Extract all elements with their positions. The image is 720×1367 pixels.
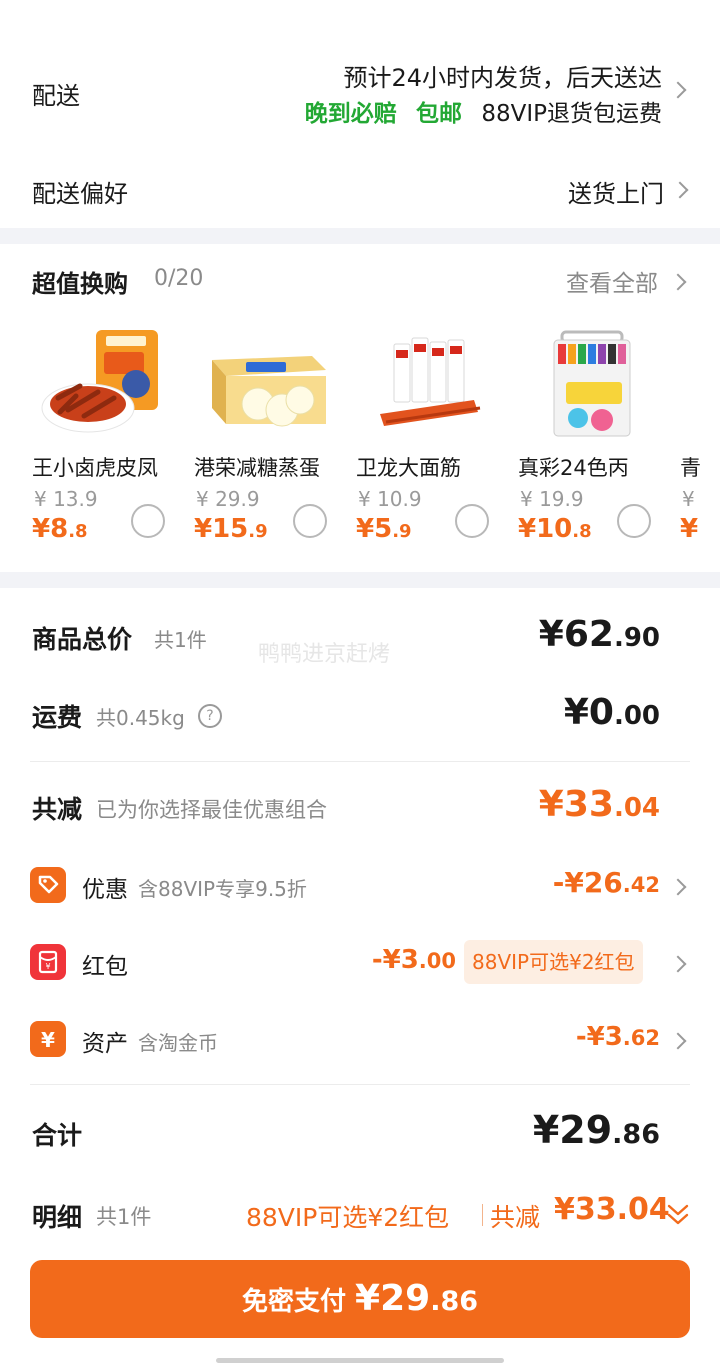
watermark: 鸭鸭进京赶烤 <box>258 642 391 667</box>
exchange-item[interactable]: 真彩24色丙 ¥ 19.9 ¥10.8 <box>516 318 666 568</box>
delivery-estimate: 预计24小时内发货，后天送达 <box>343 64 662 92</box>
goods-total-value: ¥62.90 <box>538 614 660 655</box>
product-name: 青 <box>680 456 701 480</box>
total-value: ¥29.86 <box>532 1108 660 1152</box>
discount-row[interactable]: 优惠 含88VIP专享9.5折 -¥26.42 <box>0 860 720 914</box>
original-price: ¥ 13.9 <box>34 487 98 511</box>
exchange-price: ¥ <box>680 514 699 544</box>
section-divider <box>0 572 720 588</box>
discount-value: -¥26.42 <box>552 866 660 899</box>
asset-label: 资产 <box>82 1031 128 1057</box>
home-indicator <box>216 1358 504 1363</box>
reduce-note: 已为你选择最佳优惠组合 <box>96 798 327 822</box>
chevron-right-icon <box>669 955 687 973</box>
return-shipping-tag: 88VIP退货包运费 <box>481 101 662 127</box>
discount-note: 含88VIP专享9.5折 <box>138 877 307 901</box>
exchange-item[interactable]: 卫龙大面筋 ¥ 10.9 ¥5.9 <box>354 318 504 568</box>
asset-note: 含淘金币 <box>138 1031 218 1055</box>
product-image-spicy-strips <box>380 337 481 426</box>
late-compensation-tag: 晚到必赔 <box>304 101 397 127</box>
redpack-value: -¥3.00 <box>371 945 456 975</box>
section-divider <box>0 228 720 244</box>
select-radio[interactable] <box>293 504 327 538</box>
select-radio[interactable] <box>617 504 651 538</box>
red-packet-icon: ¥ <box>30 944 66 980</box>
goods-total-label: 商品总价 <box>32 625 133 654</box>
shipping-value: ¥0.00 <box>563 692 660 733</box>
exchange-price: ¥5.9 <box>356 514 412 544</box>
total-reduce-row: 共减 已为你选择最佳优惠组合 ¥33.04 <box>0 780 720 840</box>
select-radio[interactable] <box>455 504 489 538</box>
free-shipping-tag: 包邮 <box>416 101 463 127</box>
chevron-right-icon <box>669 1032 687 1050</box>
divider <box>30 761 690 762</box>
svg-text:¥: ¥ <box>41 1028 55 1052</box>
detail-reduce-value: ¥33.04 <box>554 1192 670 1227</box>
detail-vip-note: 88VIP可选¥2红包 <box>246 1203 450 1232</box>
reduce-value: ¥33.04 <box>538 784 660 825</box>
coupon-tag-icon <box>30 867 66 903</box>
shipping-weight: 共0.45kg <box>96 706 185 730</box>
exchange-header: 超值换购 0/20 查看全部 <box>0 258 720 308</box>
asset-value: -¥3.62 <box>575 1022 660 1052</box>
svg-text:¥: ¥ <box>45 962 50 971</box>
reduce-label: 共减 <box>32 795 83 824</box>
exchange-price: ¥8.8 <box>32 514 88 544</box>
pay-amount: ¥29.86 <box>355 1278 479 1319</box>
product-name: 王小卤虎皮凤 <box>32 456 158 480</box>
view-all-link[interactable]: 查看全部 <box>566 264 658 298</box>
product-name: 真彩24色丙 <box>518 456 629 480</box>
detail-reduce-label: 共减 <box>490 1203 541 1232</box>
pay-label: 免密支付 <box>241 1287 346 1317</box>
goods-total-row: 商品总价 共1件 鸭鸭进京赶烤 ¥62.90 <box>0 610 720 670</box>
exchange-item[interactable]: 王小卤虎皮凤 ¥ 13.9 ¥8.8 <box>30 318 180 568</box>
exchange-count: 0/20 <box>154 266 204 291</box>
select-radio[interactable] <box>131 504 165 538</box>
preference-value: 送货上门 <box>568 180 664 208</box>
shipping-row: 运费 共0.45kg ? ¥0.00 <box>0 688 720 748</box>
double-chevron-down-icon[interactable] <box>666 1202 690 1228</box>
product-image-steamed-cake <box>212 356 326 427</box>
redpack-row[interactable]: ¥ 红包 -¥3.00 88VIP可选¥2红包 <box>0 937 720 991</box>
product-image-markers <box>553 330 631 437</box>
detail-row[interactable]: 明细 共1件 88VIP可选¥2红包 共减 ¥33.04 <box>0 1186 720 1242</box>
grand-total-row: 合计 ¥29.86 <box>0 1104 720 1164</box>
original-price: ¥ <box>682 487 695 511</box>
help-icon[interactable]: ? <box>198 704 222 728</box>
pay-button[interactable]: 免密支付 ¥29.86 <box>30 1260 690 1338</box>
discount-label: 优惠 <box>82 877 128 903</box>
goods-count: 共1件 <box>154 628 207 652</box>
shipping-label: 运费 <box>32 703 83 732</box>
delivery-row[interactable]: 配送 预计24小时内发货，后天送达 晚到必赔 包邮 88VIP退货包运费 <box>0 40 720 140</box>
delivery-label: 配送 <box>32 82 80 110</box>
delivery-preference-row[interactable]: 配送偏好 送货上门 <box>0 160 720 220</box>
delivery-tags: 晚到必赔 包邮 88VIP退货包运费 <box>305 94 662 128</box>
original-price: ¥ 10.9 <box>358 487 422 511</box>
exchange-title: 超值换购 <box>32 270 128 298</box>
divider <box>30 1084 690 1085</box>
product-name: 卫龙大面筋 <box>356 456 461 480</box>
chevron-right-icon <box>669 273 687 291</box>
detail-count: 共1件 <box>96 1205 152 1229</box>
detail-divider <box>482 1204 483 1226</box>
product-image-chicken-feet <box>41 330 158 433</box>
coin-icon: ¥ <box>30 1021 66 1057</box>
chevron-right-icon <box>669 878 687 896</box>
detail-label: 明细 <box>32 1203 83 1232</box>
original-price: ¥ 29.9 <box>196 487 260 511</box>
original-price: ¥ 19.9 <box>520 487 584 511</box>
asset-row[interactable]: ¥ 资产 含淘金币 -¥3.62 <box>0 1014 720 1068</box>
redpack-label: 红包 <box>82 954 128 980</box>
preference-label: 配送偏好 <box>32 180 128 208</box>
total-label: 合计 <box>32 1121 83 1150</box>
exchange-item[interactable]: 青 ¥ ¥ <box>678 318 720 568</box>
product-name: 港荣减糖蒸蛋 <box>194 456 320 480</box>
exchange-item[interactable]: 港荣减糖蒸蛋 ¥ 29.9 ¥15.9 <box>192 318 342 568</box>
exchange-price: ¥10.8 <box>518 514 592 544</box>
chevron-right-icon <box>671 181 689 199</box>
exchange-price: ¥15.9 <box>194 514 268 544</box>
redpack-vip-tag[interactable]: 88VIP可选¥2红包 <box>464 940 643 984</box>
chevron-right-icon <box>669 81 687 99</box>
